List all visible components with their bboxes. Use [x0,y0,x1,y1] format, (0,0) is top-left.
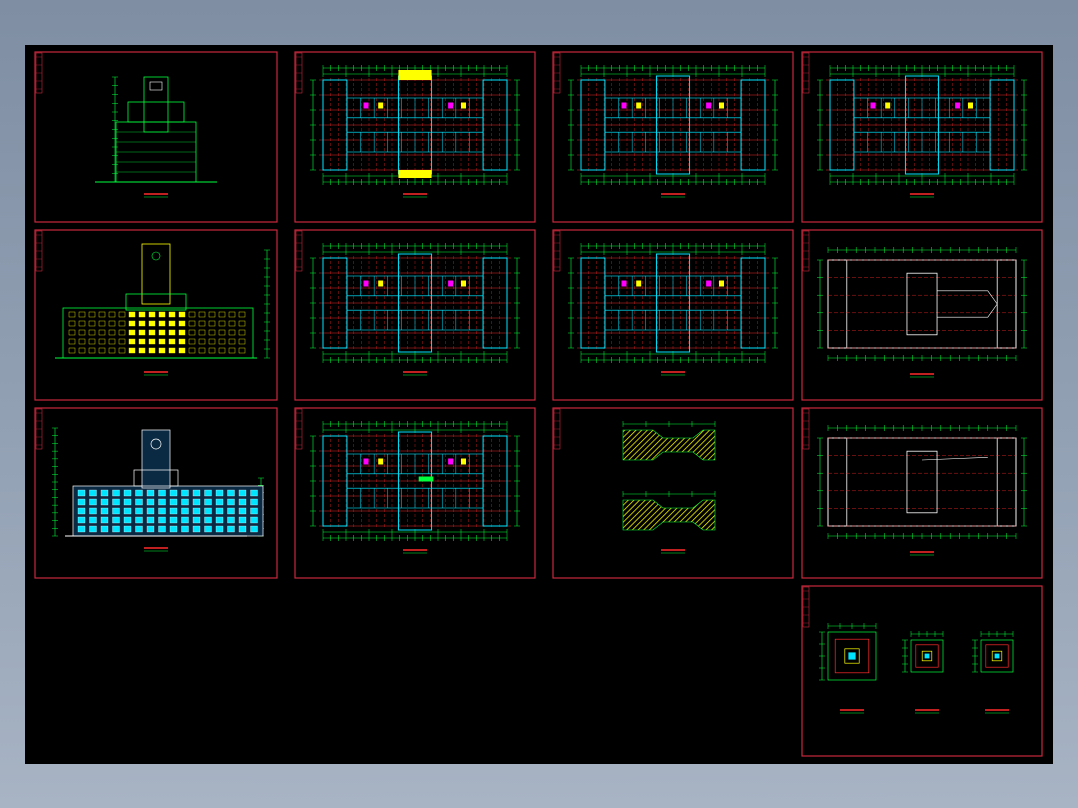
drawing-sheet-s2[interactable] [294,51,536,223]
drawing-sheet-s1[interactable] [34,51,278,223]
drawing-sheet-s3[interactable] [552,51,794,223]
drawing-sheet-s7[interactable] [552,229,794,401]
drawing-sheet-s4[interactable] [801,51,1043,223]
drawing-sheet-s10[interactable] [294,407,536,579]
drawing-sheet-s8[interactable] [801,229,1043,401]
drawing-sheet-s11[interactable] [552,407,794,579]
drawing-sheet-s12[interactable] [801,407,1043,579]
drawing-sheet-s5[interactable] [34,229,278,401]
drawing-sheet-s6[interactable] [294,229,536,401]
drawing-sheet-s9[interactable] [34,407,278,579]
drawing-sheet-s13[interactable] [801,585,1043,757]
drawing-canvas[interactable] [25,45,1053,764]
cad-viewport[interactable] [25,45,1053,764]
